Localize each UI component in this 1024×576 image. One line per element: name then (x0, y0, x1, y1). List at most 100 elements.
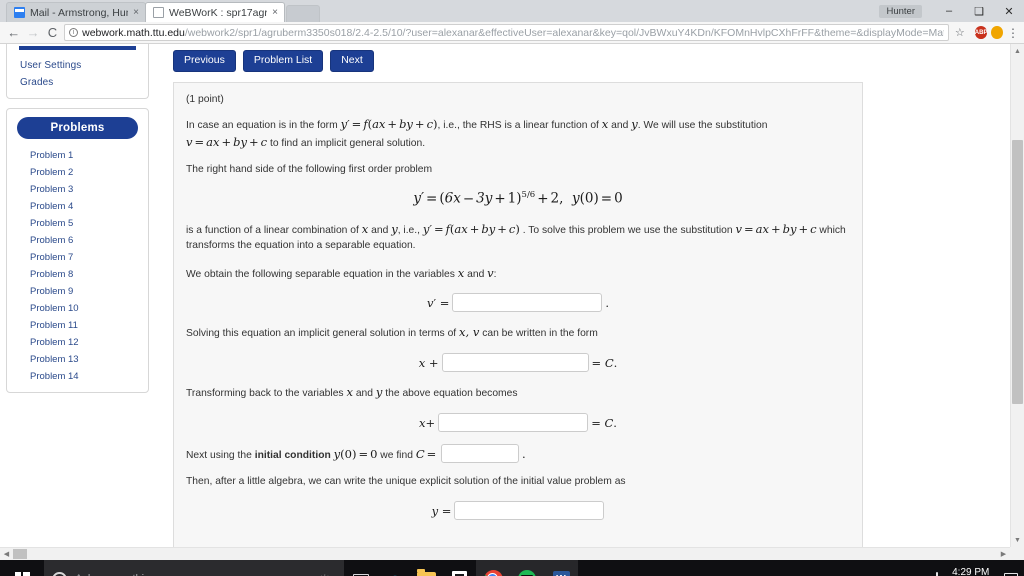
imp-text-2: can be written in the form (482, 328, 598, 340)
sidebar-item-problem-9[interactable]: Problem 9 (7, 283, 148, 300)
sidebar-item-problem-5[interactable]: Problem 5 (7, 215, 148, 232)
back-button[interactable]: ← (4, 23, 23, 43)
sep-text-1: We obtain the following separable equati… (186, 268, 455, 280)
problem-nav-buttons: Previous Problem List Next (173, 50, 1010, 72)
start-button[interactable] (0, 560, 44, 576)
sep-colon: : (493, 268, 497, 280)
adblock-plus-icon[interactable]: ABP (974, 26, 988, 39)
sidebar-problems-panel: Problems Problem 1 Problem 2 Problem 3 P… (6, 108, 149, 393)
lc-text-2: , i.e., (397, 224, 421, 236)
scrollbar-corner (1010, 547, 1024, 560)
clock-time: 4:29 PM (952, 566, 990, 576)
microsoft-word-icon: W (552, 570, 570, 576)
browser-tab-mail[interactable]: Mail - Armstrong, Hunter × (6, 2, 146, 22)
scroll-up-icon[interactable]: ▲ (1011, 44, 1024, 58)
sidebar-item-problem-4[interactable]: Problem 4 (7, 198, 148, 215)
taskbar-item-file-explorer[interactable] (410, 560, 443, 576)
close-icon[interactable]: × (133, 7, 139, 18)
browser-menu-icon[interactable]: ⋮ (1006, 26, 1020, 40)
answer-input-constant-C[interactable] (441, 444, 520, 464)
sidebar-item-problem-1[interactable]: Problem 1 (7, 147, 148, 164)
sidebar-item-problem-7[interactable]: Problem 7 (7, 249, 148, 266)
scroll-left-icon[interactable]: ◀ (0, 548, 13, 560)
spotify-icon (518, 570, 536, 576)
previous-button[interactable]: Previous (173, 50, 236, 72)
cortana-search-box[interactable]: Ask me anything ⎈ (44, 560, 344, 576)
address-bar[interactable]: i webwork.math.ttu.edu/webwork2/spr1/agr… (64, 24, 949, 41)
problem-list-button[interactable]: Problem List (242, 50, 324, 72)
wifi-icon[interactable]: ◐ (907, 572, 928, 576)
sidebar-item-problem-8[interactable]: Problem 8 (7, 266, 148, 283)
sidebar-item-problem-13[interactable]: Problem 13 (7, 351, 148, 368)
taskbar-clock[interactable]: 4:29 PM 2/27/2017 (945, 567, 1003, 576)
file-explorer-icon (417, 569, 436, 576)
url-text: webwork.math.ttu.edu/webwork2/spr1/agrub… (82, 27, 944, 39)
lc-text-3: . To solve this problem we use the subst… (522, 224, 733, 236)
var-y: y (375, 385, 383, 400)
problems-heading: Problems (17, 117, 138, 139)
page-info-icon[interactable]: i (69, 28, 79, 37)
sidebar-item-grades[interactable]: Grades (7, 74, 148, 91)
scroll-down-icon[interactable]: ▼ (1011, 533, 1024, 547)
var-x: x (457, 265, 465, 280)
vertical-scroll-thumb[interactable] (1012, 140, 1023, 404)
horizontal-scroll-thumb[interactable] (13, 549, 27, 559)
intro-paragraph: In case an equation is in the form y′ = f(… (186, 117, 768, 150)
scroll-right-icon[interactable]: ▶ (997, 548, 1010, 560)
windows-logo-icon (14, 571, 30, 576)
taskbar-item-spotify[interactable] (510, 560, 544, 576)
taskbar-item-chrome[interactable] (476, 560, 510, 576)
answer-suffix-equals-C: = C. (591, 355, 618, 370)
horizontal-scrollbar[interactable]: ◀ ▶ (0, 547, 1010, 560)
sidebar-item-problem-12[interactable]: Problem 12 (7, 334, 148, 351)
answer-row-implicit-xy: x+ = C. (186, 413, 850, 433)
microphone-icon[interactable]: ⎈ (320, 571, 330, 576)
answer-input-implicit-v[interactable] (441, 353, 589, 373)
answer-input-v-prime[interactable] (452, 293, 603, 313)
sidebar-item-problem-11[interactable]: Problem 11 (7, 317, 148, 334)
extension-dot-icon[interactable] (991, 26, 1003, 39)
taskbar-item-word[interactable]: W (544, 560, 578, 576)
tabstrip: Mail - Armstrong, Hunter × WeBWorK : spr… (0, 0, 320, 22)
answer-input-explicit-y[interactable] (454, 501, 605, 521)
ic-text-1: Next using the (186, 450, 252, 462)
browser-tab-webwork[interactable]: WeBWorK : spr17agruber × (145, 2, 285, 22)
vertical-scrollbar[interactable]: ▲ ▼ (1010, 44, 1024, 547)
lc-and: and (371, 224, 389, 236)
sidebar-item-problem-3[interactable]: Problem 3 (7, 181, 148, 198)
answer-row-v-prime: v′ = . (186, 293, 850, 313)
maximize-button[interactable]: ❑ (964, 0, 994, 22)
new-tab-button[interactable] (286, 5, 320, 22)
sidebar-item-user-settings[interactable]: User Settings (7, 57, 148, 74)
bookmark-star-icon[interactable]: ☆ (955, 26, 965, 39)
reload-button[interactable]: C (43, 23, 62, 43)
exponent-label: 5/6 (521, 190, 536, 201)
answer-row-explicit-y: y = (186, 501, 850, 521)
sep-and: and (467, 268, 485, 280)
var-x: x (346, 385, 353, 400)
next-button[interactable]: Next (330, 50, 374, 72)
answer-input-implicit-xy[interactable] (438, 413, 589, 433)
answer-suffix-equals-C: = C. (591, 415, 617, 430)
sidebar-item-problem-14[interactable]: Problem 14 (7, 368, 148, 385)
sidebar-item-problem-10[interactable]: Problem 10 (7, 300, 148, 317)
forward-button[interactable]: → (23, 23, 42, 43)
edge-icon: e (388, 569, 400, 576)
answer-label-v-prime: v′ = (426, 295, 450, 310)
close-window-button[interactable]: ✕ (994, 0, 1024, 22)
close-icon[interactable]: × (272, 7, 278, 18)
intro-text-1: In case an equation is in the form (186, 120, 338, 132)
lc-text-1: is a function of a linear combination of (186, 224, 359, 236)
taskbar-item-store[interactable] (443, 560, 476, 576)
sidebar-item-problem-2[interactable]: Problem 2 (7, 164, 148, 181)
webwork-page: User Settings Grades Problems Problem 1 … (0, 44, 1010, 547)
profile-name-chip[interactable]: Hunter (879, 4, 922, 18)
tb-text-2: the above equation becomes (385, 388, 518, 400)
minimize-button[interactable]: – (934, 0, 964, 22)
sidebar-item-problem-6[interactable]: Problem 6 (7, 232, 148, 249)
taskbar-item-edge[interactable]: e (377, 560, 410, 576)
initial-condition-line: Next using the initial condition y(0) = 0 … (186, 444, 850, 464)
show-hidden-icons-icon[interactable]: ∧ (885, 573, 907, 576)
task-view-button[interactable] (344, 560, 377, 576)
intro-equation-2: v (186, 135, 193, 150)
